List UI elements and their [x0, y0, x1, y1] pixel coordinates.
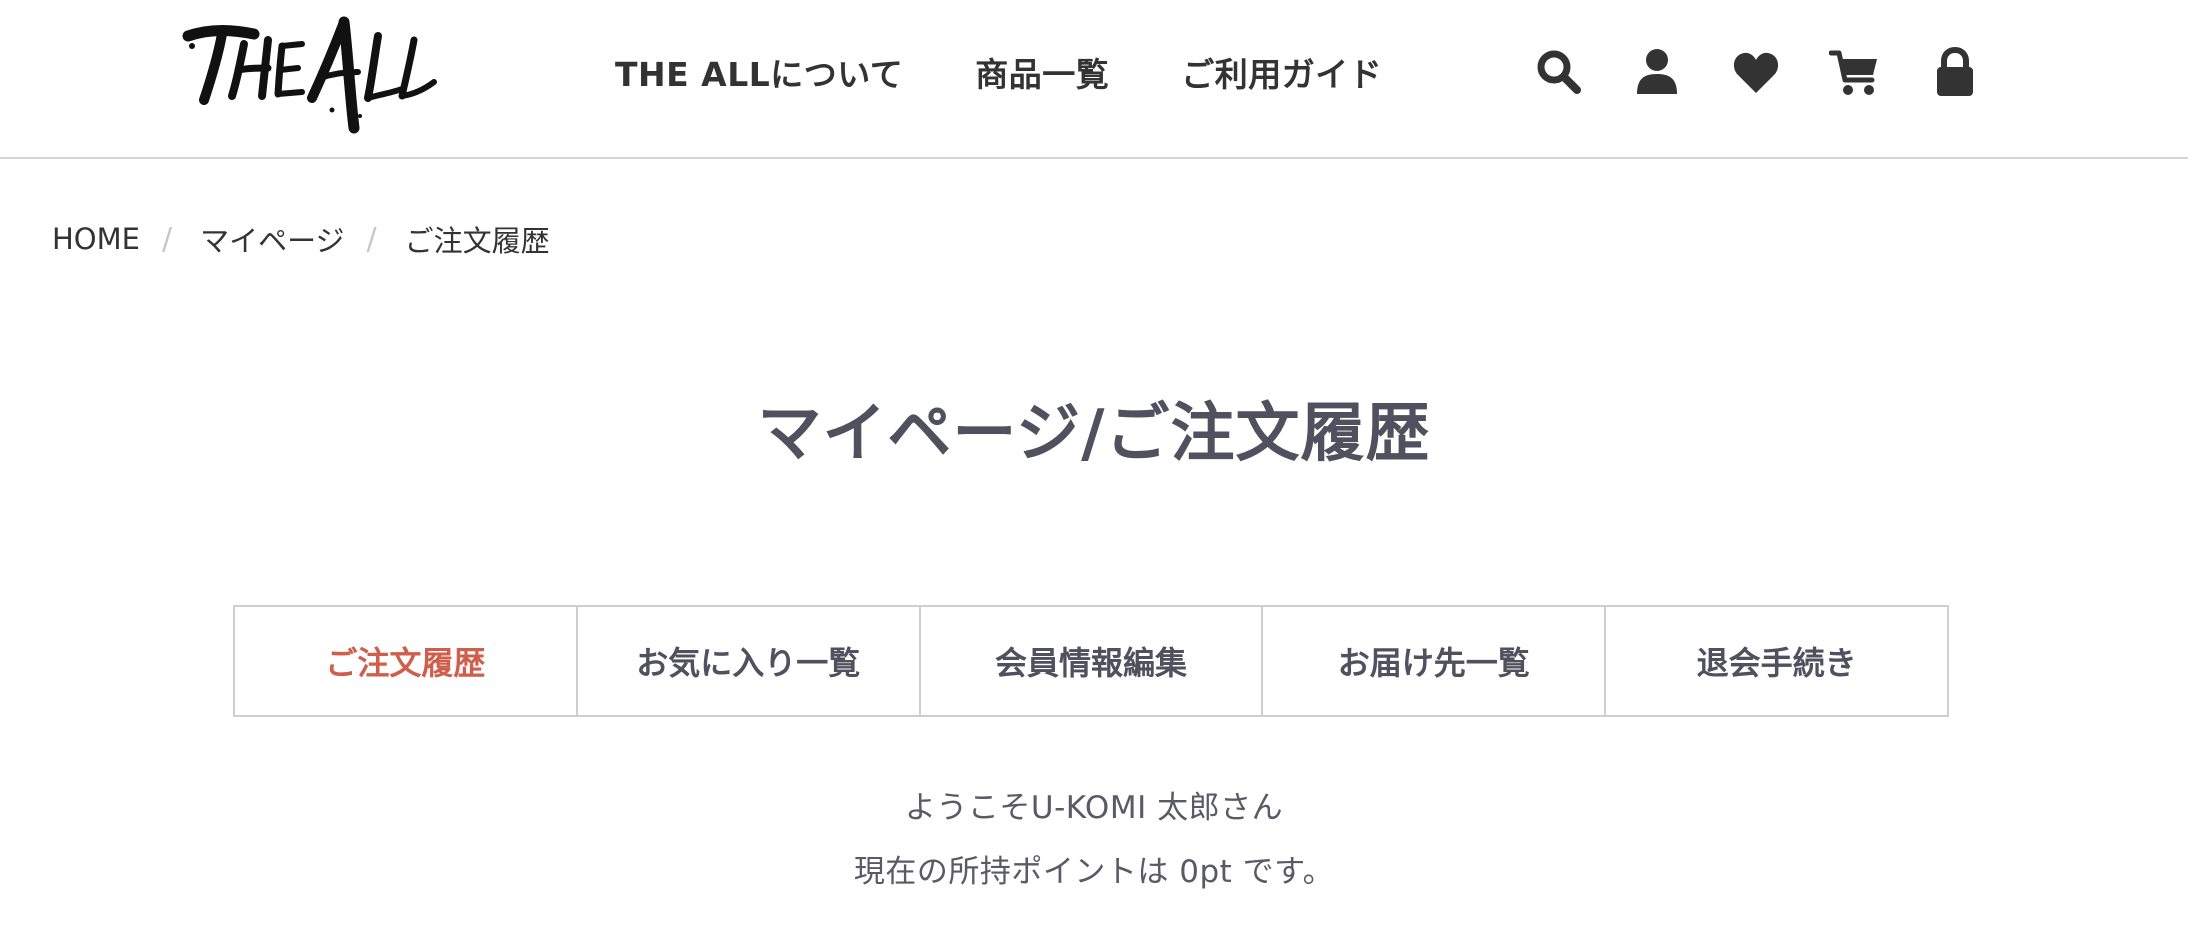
brand-logo[interactable]	[182, 16, 438, 134]
heart-icon[interactable]	[1730, 46, 1782, 98]
breadcrumb-separator: /	[161, 221, 173, 257]
tab-order-history[interactable]: ご注文履歴	[235, 607, 576, 715]
nav-about[interactable]: THE ALLについて	[615, 48, 903, 96]
breadcrumb: HOME / マイページ / ご注文履歴	[52, 218, 550, 260]
lock-icon[interactable]	[1929, 46, 1981, 98]
nav-products[interactable]: 商品一覧	[975, 48, 1109, 96]
breadcrumb-mypage[interactable]: マイページ	[200, 218, 344, 260]
cart-icon[interactable]	[1829, 46, 1881, 98]
tab-member-info[interactable]: 会員情報編集	[918, 607, 1262, 715]
site-header: THE ALLについて 商品一覧 ご利用ガイド	[0, 0, 2188, 159]
nav-guide[interactable]: ご利用ガイド	[1181, 48, 1382, 96]
tab-delivery-addresses[interactable]: お届け先一覧	[1261, 607, 1604, 715]
tab-favorites[interactable]: お気に入り一覧	[575, 607, 919, 715]
search-icon[interactable]	[1533, 46, 1585, 98]
points-balance: 現在の所持ポイントは 0pt です。	[853, 854, 1335, 890]
breadcrumb-separator: /	[366, 221, 377, 257]
user-icon[interactable]	[1631, 46, 1683, 98]
mypage-tabs: ご注文履歴 お気に入り一覧 会員情報編集 お届け先一覧 退会手続き	[233, 605, 1949, 717]
tab-withdrawal[interactable]: 退会手続き	[1604, 607, 1947, 715]
breadcrumb-home[interactable]: HOME	[52, 222, 140, 256]
welcome-message: ようこそU-KOMI 太郎さん	[904, 790, 1284, 826]
main-nav: THE ALLについて 商品一覧 ご利用ガイド	[615, 48, 1382, 96]
breadcrumb-current: ご注文履歴	[404, 224, 550, 258]
header-icons	[1533, 46, 1983, 98]
page-title: マイページ/ご注文履歴	[757, 397, 1431, 471]
